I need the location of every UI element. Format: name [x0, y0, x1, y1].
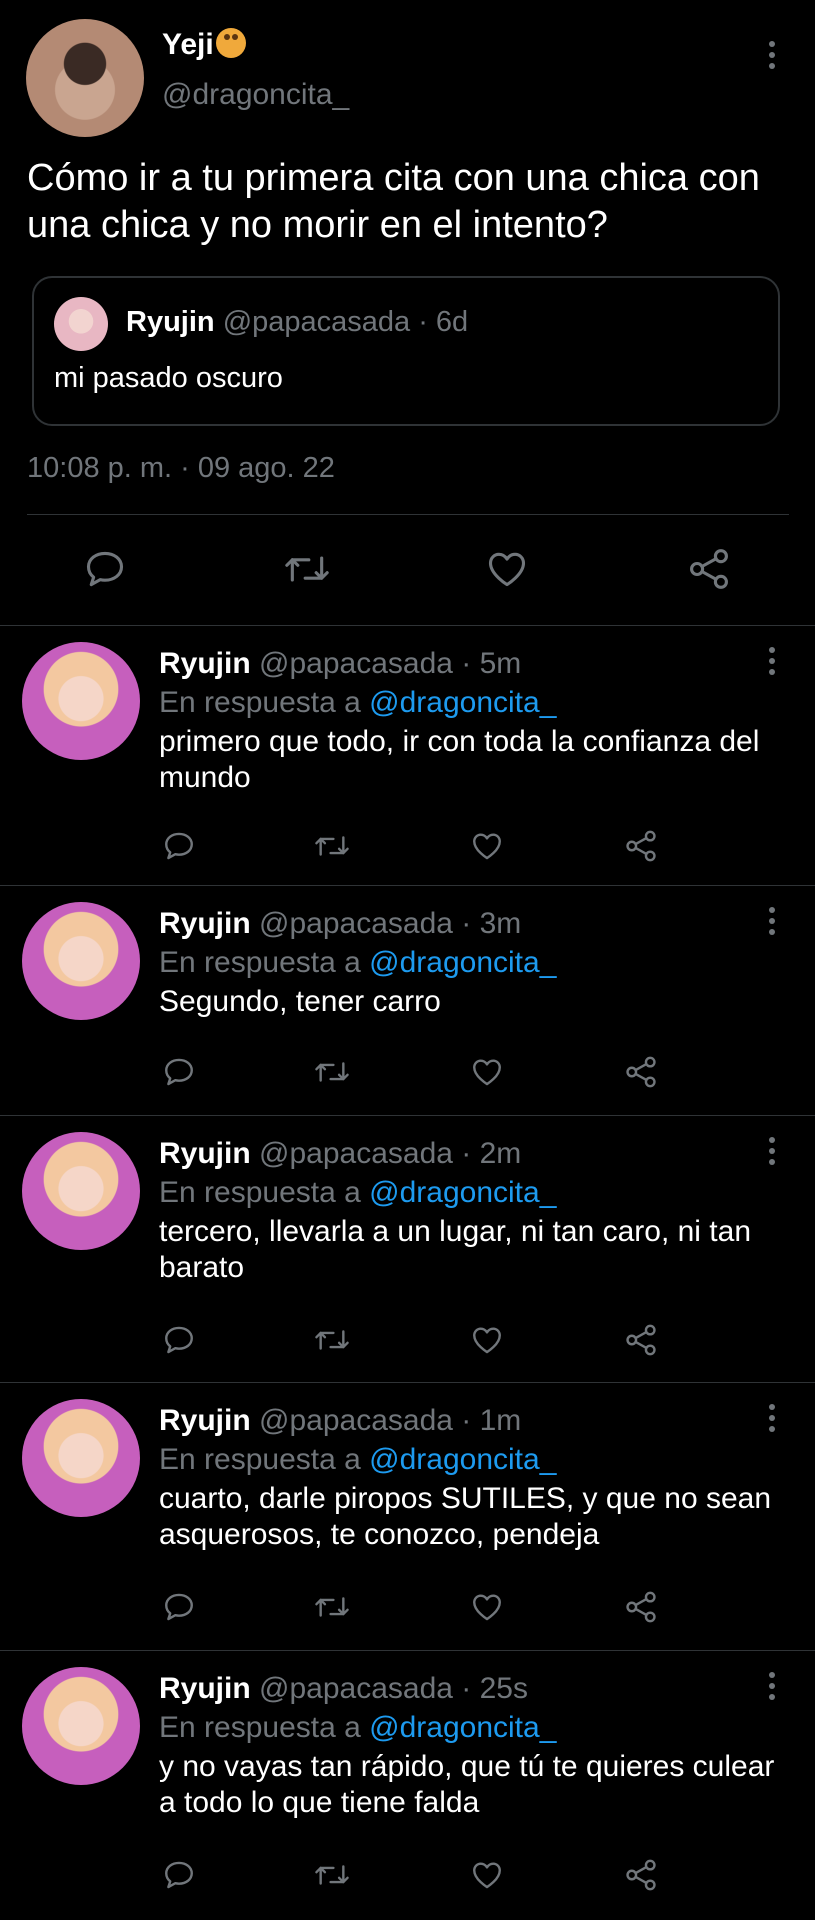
reply-header: Ryujin @papacasada · 1m	[159, 1404, 521, 1438]
share-icon[interactable]	[623, 1055, 659, 1089]
author-name-text: Yeji	[162, 28, 214, 61]
reply-text: Segundo, tener carro	[159, 985, 441, 1018]
retweet-icon[interactable]	[312, 1590, 352, 1624]
more-icon[interactable]	[769, 1137, 775, 1165]
more-icon[interactable]	[769, 907, 775, 935]
retweet-icon[interactable]	[312, 1055, 352, 1089]
reply-header: Ryujin @papacasada · 3m	[159, 907, 521, 941]
retweet-icon[interactable]	[282, 547, 332, 591]
author-name[interactable]: Yeji	[162, 28, 246, 62]
reply-mention[interactable]: @dragoncita_	[369, 686, 556, 719]
share-icon[interactable]	[623, 1323, 659, 1357]
reply-context-prefix: En respuesta a	[159, 1176, 361, 1209]
reply-meta: @papacasada · 25s	[259, 1672, 528, 1705]
tweet-timestamp[interactable]: 10:08 p. m. · 09 ago. 22	[27, 452, 335, 485]
reply-mention[interactable]: @dragoncita_	[369, 946, 556, 979]
divider	[27, 514, 789, 515]
reply-tweet[interactable]: Ryujin @papacasada · 1m En respuesta a @…	[0, 1382, 815, 1650]
reply-mention[interactable]: @dragoncita_	[369, 1176, 556, 1209]
reply-mention[interactable]: @dragoncita_	[369, 1443, 556, 1476]
reply-context: En respuesta a @dragoncita_	[159, 946, 556, 980]
reply-context: En respuesta a @dragoncita_	[159, 1711, 556, 1745]
main-tweet: Yeji @dragoncita_ Cómo ir a tu primera c…	[0, 0, 815, 625]
reply-tweet[interactable]: Ryujin @papacasada · 3m En respuesta a @…	[0, 885, 815, 1115]
quoted-meta: @papacasada · 6d	[222, 306, 469, 338]
reply-name[interactable]: Ryujin	[159, 647, 251, 680]
retweet-icon[interactable]	[312, 829, 352, 863]
author-handle[interactable]: @dragoncita_	[162, 78, 349, 112]
more-icon[interactable]	[769, 647, 775, 675]
reply-header: Ryujin @papacasada · 5m	[159, 647, 521, 681]
reply-tweet[interactable]: Ryujin @papacasada · 5m En respuesta a @…	[0, 625, 815, 885]
reply-meta: @papacasada · 1m	[259, 1404, 522, 1437]
reply-tweet[interactable]: Ryujin @papacasada · 25s En respuesta a …	[0, 1650, 815, 1920]
like-icon[interactable]	[469, 1323, 505, 1357]
quoted-avatar	[54, 297, 108, 351]
reply-name[interactable]: Ryujin	[159, 1137, 251, 1170]
reply-mention[interactable]: @dragoncita_	[369, 1711, 556, 1744]
reply-context-prefix: En respuesta a	[159, 946, 361, 979]
share-icon[interactable]	[623, 1858, 659, 1892]
reply-tweet[interactable]: Ryujin @papacasada · 2m En respuesta a @…	[0, 1115, 815, 1382]
more-icon[interactable]	[769, 41, 775, 69]
reply-meta: @papacasada · 5m	[259, 647, 522, 680]
reply-text: tercero, llevarla a un lugar, ni tan car…	[159, 1215, 752, 1284]
reply-icon[interactable]	[161, 1858, 197, 1892]
reply-icon[interactable]	[161, 1323, 197, 1357]
reply-context: En respuesta a @dragoncita_	[159, 1443, 556, 1477]
reply-meta: @papacasada · 2m	[259, 1137, 522, 1170]
reply-avatar[interactable]	[22, 902, 140, 1020]
reply-context: En respuesta a @dragoncita_	[159, 686, 556, 720]
reply-avatar[interactable]	[22, 1132, 140, 1250]
reply-context-prefix: En respuesta a	[159, 1443, 361, 1476]
reply-icon[interactable]	[161, 1590, 197, 1624]
quoted-tweet[interactable]: Ryujin @papacasada · 6d mi pasado oscuro	[32, 276, 780, 426]
retweet-icon[interactable]	[312, 1323, 352, 1357]
share-icon[interactable]	[623, 829, 659, 863]
like-icon[interactable]	[469, 829, 505, 863]
reply-icon[interactable]	[161, 829, 197, 863]
reply-context: En respuesta a @dragoncita_	[159, 1176, 556, 1210]
like-icon[interactable]	[469, 1858, 505, 1892]
reply-meta: @papacasada · 3m	[259, 907, 522, 940]
share-icon[interactable]	[623, 1590, 659, 1624]
reply-icon[interactable]	[82, 547, 128, 591]
quoted-text: mi pasado oscuro	[54, 362, 283, 394]
share-icon[interactable]	[686, 547, 732, 591]
reply-avatar[interactable]	[22, 1667, 140, 1785]
cat-emoji-icon	[215, 28, 246, 58]
like-icon[interactable]	[469, 1590, 505, 1624]
quoted-header: Ryujin @papacasada · 6d	[126, 306, 468, 339]
reply-avatar[interactable]	[22, 1399, 140, 1517]
more-icon[interactable]	[769, 1672, 775, 1700]
tweet-text: Cómo ir a tu primera cita con una chica …	[27, 157, 760, 246]
reply-header: Ryujin @papacasada · 2m	[159, 1137, 521, 1171]
reply-name[interactable]: Ryujin	[159, 907, 251, 940]
reply-avatar[interactable]	[22, 642, 140, 760]
reply-name[interactable]: Ryujin	[159, 1672, 251, 1705]
reply-text: y no vayas tan rápido, que tú te quieres…	[159, 1750, 775, 1819]
reply-context-prefix: En respuesta a	[159, 686, 361, 719]
retweet-icon[interactable]	[312, 1858, 352, 1892]
reply-text: primero que todo, ir con toda la confian…	[159, 725, 760, 794]
like-icon[interactable]	[484, 547, 530, 591]
reply-header: Ryujin @papacasada · 25s	[159, 1672, 528, 1706]
reply-text: cuarto, darle piropos SUTILES, y que no …	[159, 1482, 772, 1551]
more-icon[interactable]	[769, 1404, 775, 1432]
reply-name[interactable]: Ryujin	[159, 1404, 251, 1437]
quoted-name: Ryujin	[126, 306, 215, 338]
like-icon[interactable]	[469, 1055, 505, 1089]
reply-context-prefix: En respuesta a	[159, 1711, 361, 1744]
reply-icon[interactable]	[161, 1055, 197, 1089]
author-avatar[interactable]	[26, 19, 144, 137]
